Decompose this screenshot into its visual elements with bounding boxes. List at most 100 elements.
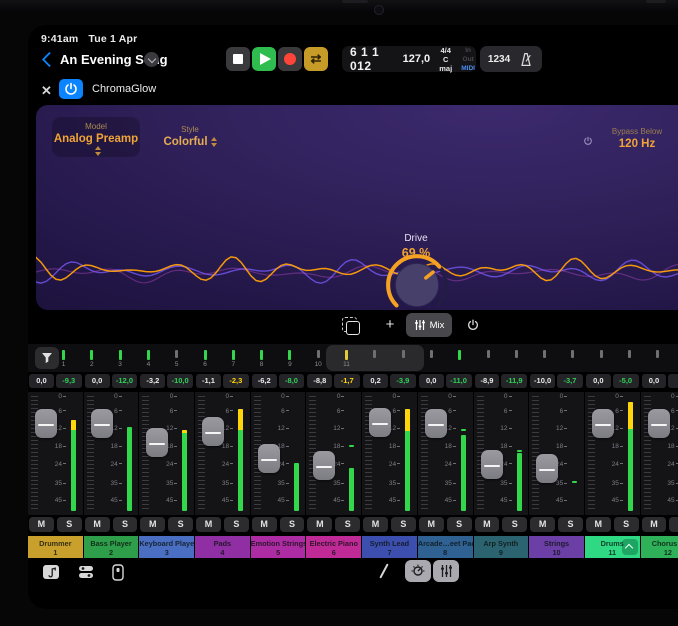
track-name-cell[interactable]: Electric Piano6 (306, 536, 361, 558)
track-name-cell[interactable]: Emotion Strings5 (251, 536, 306, 558)
back-icon[interactable] (42, 52, 58, 68)
overview-channel-meter[interactable] (628, 350, 631, 358)
peak-db-value[interactable]: -3,7 (557, 374, 583, 388)
peak-db-value[interactable]: -12,0 (112, 374, 138, 388)
channel-strip-icon[interactable] (78, 564, 94, 585)
lcd-display[interactable]: 6 1 1 012 127,0 4/4 C maj In Out MIDI (342, 46, 476, 72)
stop-button[interactable] (226, 47, 250, 71)
solo-button[interactable]: S (280, 517, 305, 532)
overview-channel-meter[interactable] (204, 350, 207, 360)
solo-button[interactable]: S (224, 517, 249, 532)
mute-button[interactable]: M (252, 517, 277, 532)
close-icon[interactable]: ✕ (41, 83, 52, 99)
fader-thumb[interactable] (258, 444, 280, 473)
overview-channel-meter[interactable] (571, 350, 574, 358)
overview-channel-meter[interactable] (402, 350, 405, 358)
fader-db-value[interactable]: 0,0 (85, 374, 110, 388)
cycle-button[interactable]: ⇄ (304, 47, 328, 71)
peak-db-value[interactable]: -9,3 (56, 374, 82, 388)
track-name-cell[interactable]: Arp Synth9 (474, 536, 529, 558)
fader-thumb[interactable] (592, 409, 614, 438)
fader-thumb[interactable] (425, 409, 447, 438)
metronome-icon[interactable] (518, 52, 534, 67)
overview-channel-meter[interactable] (232, 350, 235, 360)
mute-button[interactable]: M (419, 517, 444, 532)
overview-channel-meter[interactable] (119, 350, 122, 360)
pencil-icon[interactable] (379, 563, 388, 578)
overview-channel-meter[interactable] (317, 350, 320, 358)
add-track-button[interactable]: + (378, 312, 402, 338)
mute-button[interactable]: M (29, 517, 54, 532)
fader-thumb[interactable] (369, 408, 391, 437)
solo-button[interactable]: S (669, 517, 678, 532)
plugin-power-button[interactable] (59, 79, 83, 99)
peak-db-value[interactable]: -3,9 (390, 374, 416, 388)
track-name-cell[interactable]: Synth Lead7 (362, 536, 417, 558)
overview-channel-meter[interactable] (458, 350, 461, 360)
fader-thumb[interactable] (536, 454, 558, 483)
copy-icon[interactable] (342, 317, 357, 332)
collapse-chevron-button[interactable] (622, 539, 638, 555)
mixer-power-button[interactable] (464, 316, 482, 339)
mute-button[interactable]: M (586, 517, 611, 532)
solo-button[interactable]: S (391, 517, 416, 532)
track-name-cell[interactable]: Strings10 (529, 536, 584, 558)
fader-db-value[interactable]: -8,8 (307, 374, 332, 388)
overview-channel-meter[interactable] (656, 350, 659, 358)
track-name-cell[interactable]: Bass Player2 (84, 536, 139, 558)
fader-db-value[interactable]: -6,2 (252, 374, 277, 388)
mute-button[interactable]: M (85, 517, 110, 532)
fader-thumb[interactable] (146, 428, 168, 457)
track-name-cell[interactable]: Drums11 (585, 536, 640, 558)
controls-view-button[interactable] (405, 560, 431, 582)
play-button[interactable] (252, 47, 276, 71)
peak-db-value[interactable] (668, 374, 678, 388)
fader-thumb[interactable] (481, 450, 503, 479)
solo-button[interactable]: S (447, 517, 472, 532)
mixer-overview[interactable]: 1234567891011 (28, 344, 678, 372)
fader-thumb[interactable] (313, 451, 335, 480)
track-name-cell[interactable]: Chorus V12 (641, 536, 678, 558)
track-name-cell[interactable]: Drummer1 (28, 536, 83, 558)
overview-channel-meter[interactable] (515, 350, 518, 358)
record-button[interactable] (278, 47, 302, 71)
overview-channel-meter[interactable] (288, 350, 291, 360)
drive-knob[interactable] (384, 252, 450, 310)
faders-view-button[interactable] (433, 560, 459, 582)
fader-thumb[interactable] (202, 417, 224, 446)
track-name-cell[interactable]: Arcade…eet Pad8 (418, 536, 473, 558)
fader-db-value[interactable]: -8,9 (475, 374, 500, 388)
overview-channel-meter[interactable] (147, 350, 150, 360)
overview-channel-meter[interactable] (600, 350, 603, 358)
peak-db-value[interactable]: -5,0 (613, 374, 639, 388)
fader-db-value[interactable]: -1,1 (196, 374, 221, 388)
bypass-power-button[interactable] (580, 133, 596, 154)
overview-channel-meter[interactable] (345, 350, 348, 360)
peak-db-value[interactable]: -11,9 (501, 374, 527, 388)
overview-channel-meter[interactable] (90, 350, 93, 360)
fader-db-value[interactable]: 0,0 (419, 374, 444, 388)
mute-button[interactable]: M (307, 517, 332, 532)
overview-channel-meter[interactable] (175, 350, 178, 358)
mute-button[interactable]: M (140, 517, 165, 532)
mute-button[interactable]: M (196, 517, 221, 532)
peak-db-value[interactable]: -8,0 (279, 374, 305, 388)
overview-channel-meter[interactable] (62, 350, 65, 360)
solo-button[interactable]: S (57, 517, 82, 532)
overview-channel-meter[interactable] (543, 350, 546, 358)
overview-channel-meter[interactable] (260, 350, 263, 360)
track-name-cell[interactable]: Keyboard Player3 (139, 536, 194, 558)
fader-strip-icon[interactable] (112, 564, 124, 586)
song-menu-chevron-icon[interactable] (144, 52, 159, 67)
fader-db-value[interactable]: 0,0 (29, 374, 54, 388)
fader-db-value[interactable]: -10,0 (530, 374, 555, 388)
bypass-below-control[interactable]: Bypass Below 120 Hz (602, 122, 672, 150)
fader-db-value[interactable]: 0,2 (363, 374, 388, 388)
fader-db-value[interactable]: 0,0 (642, 374, 667, 388)
track-name-cell[interactable]: Pads4 (195, 536, 250, 558)
overview-channel-meter[interactable] (487, 350, 490, 358)
solo-button[interactable]: S (558, 517, 583, 532)
overview-channel-meter[interactable] (430, 350, 433, 358)
peak-db-value[interactable]: -2,3 (223, 374, 249, 388)
solo-button[interactable]: S (335, 517, 360, 532)
